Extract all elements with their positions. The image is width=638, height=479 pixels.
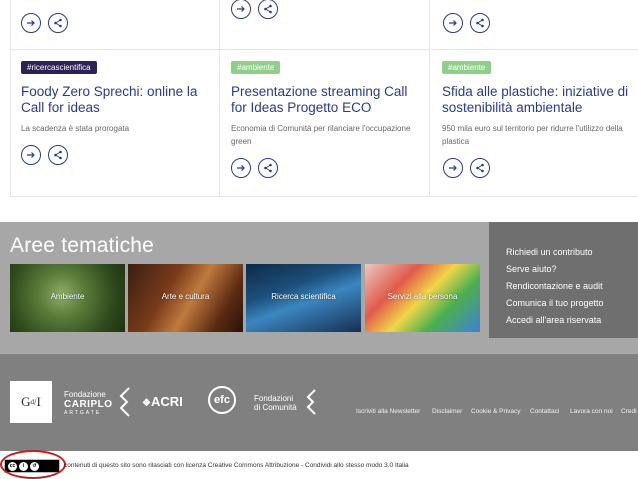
share-icon[interactable] (258, 158, 278, 178)
tile-arte-cultura[interactable]: Arte e cultura (128, 264, 243, 332)
cariplo-emblem-icon (119, 387, 130, 417)
divider (431, 49, 638, 50)
license-text: contenuti di questo sito sono rilasciati… (64, 462, 409, 469)
arrow-right-icon[interactable] (21, 13, 41, 33)
card-title[interactable]: Foody Zero Sprechi: online la Call for i… (21, 84, 216, 115)
link-area-riservata[interactable]: Accedi all'area riservata (506, 315, 601, 325)
tile-label: Arte e cultura (161, 292, 210, 301)
news-card[interactable]: #ricercascientifica Foody Zero Sprechi: … (10, 0, 220, 196)
share-icon[interactable] (258, 0, 278, 19)
tile-ambiente[interactable]: Ambiente (10, 264, 125, 332)
link-lavora-con-noi[interactable]: Lavora con noi (570, 408, 613, 415)
link-rendicontazione[interactable]: Rendicontazione e audit (506, 281, 603, 291)
fdc-emblem-icon (306, 389, 316, 415)
link-contattaci[interactable]: Contattaci (530, 408, 559, 415)
card-description: 950 mila euro sul territorio per ridurre… (442, 124, 623, 146)
tile-label: Ambiente (50, 292, 85, 301)
tile-label: Ricerca scientifica (271, 292, 336, 301)
tag-badge[interactable]: #ambiente (231, 61, 281, 74)
highlight-circle (0, 450, 66, 479)
gdi-logo[interactable]: Gd / I (10, 381, 52, 423)
divider (10, 49, 219, 50)
link-newsletter[interactable]: Iscriviti alla Newsletter (356, 408, 420, 415)
fondazioni-comunita-logo[interactable]: Fondazioni di Comunità (254, 394, 297, 412)
link-richiedi-contributo[interactable]: Richiedi un contributo (506, 247, 593, 257)
card-title[interactable]: Sfida alle plastiche: iniziative di sost… (442, 84, 637, 115)
card-title[interactable]: Presentazione streaming Call for Ideas P… (231, 84, 426, 115)
tile-label: Servizi alla persona (387, 292, 458, 301)
card-description: La scadenza è stata prorogata (21, 124, 130, 133)
link-disclaimer[interactable]: Disclaimer (432, 408, 462, 415)
cariplo-logo[interactable]: Fondazione CARIPLO ARTGATE (64, 390, 113, 417)
arrow-right-icon[interactable] (21, 145, 41, 165)
link-serve-aiuto[interactable]: Serve aiuto? (506, 264, 557, 274)
card-description: Economia di Comunità per rilanciare l'oc… (231, 124, 411, 146)
share-icon[interactable] (470, 13, 490, 33)
divider (220, 49, 429, 50)
link-credits[interactable]: Credi (621, 408, 637, 415)
efc-logo[interactable]: efc (208, 386, 236, 414)
tag-badge[interactable]: #ricercascientifica (21, 61, 97, 74)
arrow-right-icon[interactable] (231, 158, 251, 178)
acri-logo[interactable]: ❖ACRI (142, 394, 183, 409)
tag-badge[interactable]: #ambiente (442, 61, 492, 74)
link-comunica-progetto[interactable]: Comunica il tuo progetto (506, 298, 604, 308)
tile-ricerca-scientifica[interactable]: Ricerca scientifica (246, 264, 361, 332)
share-icon[interactable] (48, 13, 68, 33)
tile-servizi-persona[interactable]: Servizi alla persona (365, 264, 480, 332)
arrow-right-icon[interactable] (443, 158, 463, 178)
section-title: Aree tematiche (10, 234, 155, 257)
arrow-right-icon[interactable] (231, 0, 251, 19)
share-icon[interactable] (470, 158, 490, 178)
news-card[interactable]: #ambiente Sfida alle plastiche: iniziati… (431, 0, 638, 196)
news-card[interactable]: #ambiente Presentazione streaming Call f… (220, 0, 430, 196)
share-icon[interactable] (48, 145, 68, 165)
quick-links-panel: Richiedi un contributo Serve aiuto? Rend… (489, 222, 638, 338)
arrow-right-icon[interactable] (443, 13, 463, 33)
link-cookie-privacy[interactable]: Cookie & Privacy (471, 408, 521, 415)
